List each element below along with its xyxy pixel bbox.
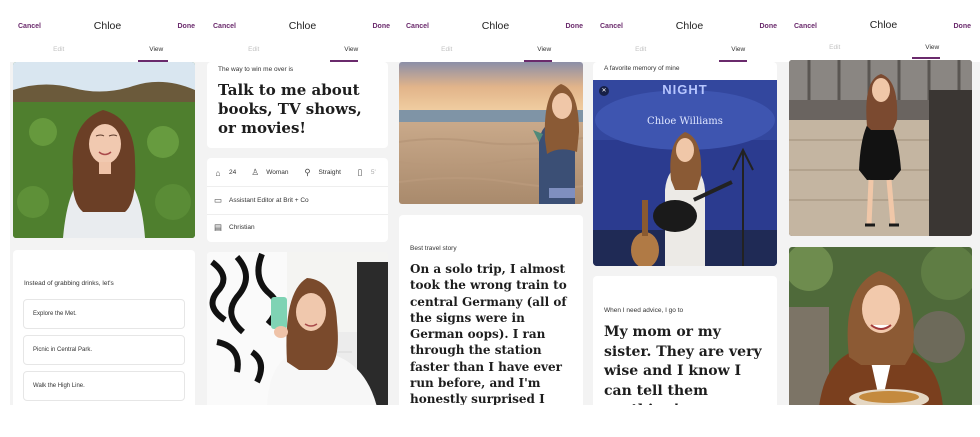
done-button[interactable]: Done [954,23,972,30]
profile-screen-2: Cancel Chloe Done Edit View The way to w… [205,0,400,405]
prompt-question: Instead of grabbing drinks, let's [24,280,114,287]
prompt-question: A favorite memory of mine [604,65,680,72]
profile-screen-4: Cancel Chloe Done Edit View A favorite m… [592,0,787,405]
done-button[interactable]: Done [373,23,391,30]
option-explore-met[interactable]: Explore the Met. [23,299,185,329]
vital-height: 5' [370,169,376,176]
tab-view[interactable]: View [884,44,980,51]
prompt-card-drinks: Instead of grabbing drinks, let's Explor… [13,250,195,405]
profile-name: Chloe [869,19,898,31]
briefcase-icon: ▭ [213,195,223,205]
tab-view[interactable]: View [108,46,206,53]
profile-photo-beach[interactable] [399,62,583,204]
tab-edit[interactable]: Edit [10,46,108,53]
vital-age: 24 [229,169,237,176]
prompt-card-advice: When I need advice, I go to My mom or my… [593,276,777,405]
tab-edit[interactable]: Edit [592,46,690,53]
profile-screen-3: Cancel Chloe Done Edit View Best travel … [398,0,593,405]
profile-photo-party-dress[interactable] [789,60,972,236]
prompt-question: Best travel story [410,245,457,252]
prompt-question: When I need advice, I go to [604,307,684,314]
profile-photo-hedge[interactable] [13,62,195,238]
vital-religion: Christian [229,224,255,231]
tab-view[interactable]: View [690,46,788,53]
divider [207,186,388,187]
divider [207,214,388,215]
tab-view[interactable]: View [496,46,594,53]
prompt-card-memory: A favorite memory of mine NIGHT Chloe Wi… [593,62,777,266]
profile-photo-mirror-selfie[interactable] [207,252,388,405]
prompt-video-concert[interactable]: NIGHT Chloe Williams ✕ [593,80,777,266]
top-bar: Cancel Chloe Done Edit View [10,0,205,62]
vitals-row-basics: ⌂ 24 ♙ Woman ⚲ Straight ▯ 5' [213,167,376,178]
done-button[interactable]: Done [760,23,778,30]
top-bar: Cancel Chloe Done Edit View [592,0,787,62]
book-icon: ▤ [213,222,223,232]
prompt-answer: My mom or my sister. They are very wise … [604,324,762,405]
photo-concert-art [593,80,777,266]
top-bar: Cancel Chloe Done Edit View [205,0,400,62]
tab-view-indicator [912,57,940,59]
prompt-card-travel-story: Best travel story On a solo trip, I almo… [399,215,583,405]
tab-edit[interactable]: Edit [786,44,884,51]
profile-name: Chloe [93,20,122,32]
prompt-card-win-me-over: The way to win me over is Talk to me abo… [207,62,388,148]
done-button[interactable]: Done [178,23,196,30]
tab-edit[interactable]: Edit [205,46,303,53]
tab-edit[interactable]: Edit [398,46,496,53]
done-button[interactable]: Done [566,23,584,30]
tab-view[interactable]: View [303,46,401,53]
top-bar: Cancel Chloe Done Edit View [786,0,980,62]
banner-title: NIGHT [662,82,708,97]
prompt-answer: Talk to me about books, TV shows, or mov… [218,81,362,137]
photo-beach-art [399,62,583,204]
photo-mirror-art [207,252,388,405]
profile-name: Chloe [288,20,317,32]
profile-screen-1: Cancel Chloe Done Edit View Instead of g… [10,0,205,405]
option-picnic-central-park[interactable]: Picnic in Central Park. [23,335,185,365]
vital-job: Assistant Editor at Brit + Co [229,197,309,204]
vital-orientation: Straight [318,169,341,176]
banner-artist-name: Chloe Williams [647,116,723,127]
photo-restaurant-art [789,247,972,405]
option-walk-high-line[interactable]: Walk the High Line. [23,371,185,401]
photo-party-art [789,60,972,236]
mute-icon[interactable]: ✕ [599,86,609,96]
vital-gender: Woman [266,169,289,176]
prompt-answer: On a solo trip, I almost took the wrong … [410,262,567,405]
profile-photo-restaurant[interactable] [789,247,972,405]
ruler-icon: ▯ [357,167,363,177]
profile-screen-5: Cancel Chloe Done Edit View [786,0,980,405]
top-bar: Cancel Chloe Done Edit View [398,0,593,62]
vitals-row-religion: ▤ Christian [213,222,255,233]
profile-name: Chloe [675,20,704,32]
vitals-row-job: ▭ Assistant Editor at Brit + Co [213,195,309,206]
person-icon: ♙ [251,167,260,177]
photo-hedge-art [13,62,195,238]
orientation-icon: ⚲ [304,167,311,177]
vitals-card: ⌂ 24 ♙ Woman ⚲ Straight ▯ 5' ▭ Assistant… [207,158,388,242]
prompt-question: The way to win me over is [218,66,294,73]
profile-name: Chloe [481,20,510,32]
cake-icon: ⌂ [215,167,221,178]
